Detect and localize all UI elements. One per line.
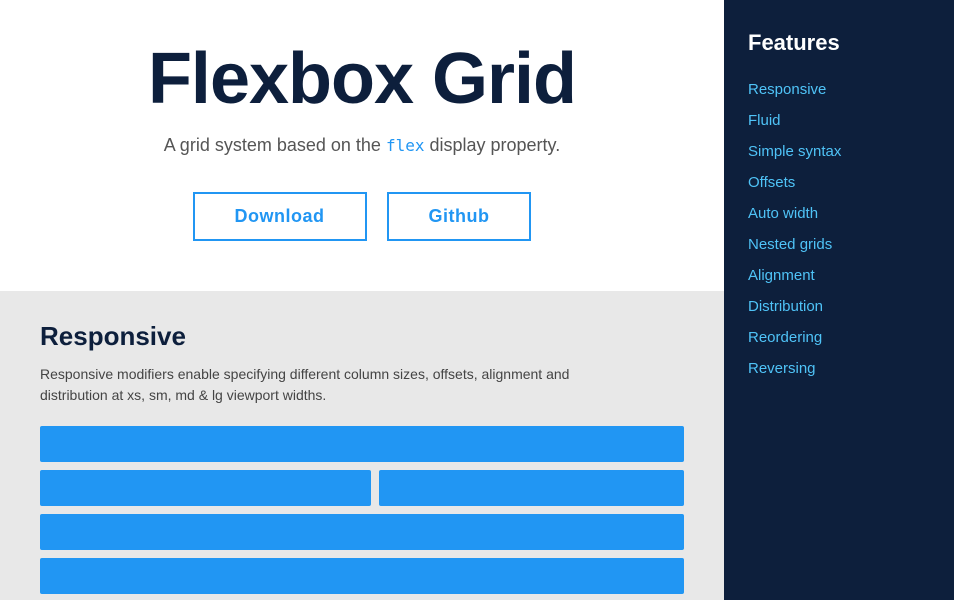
- sidebar-nav-item[interactable]: Responsive: [748, 76, 930, 103]
- hero-section: Flexbox Grid A grid system based on the …: [0, 0, 724, 291]
- subtitle-code: flex: [386, 136, 425, 155]
- grid-row: [40, 470, 684, 506]
- demo-heading: Responsive: [40, 321, 684, 352]
- sidebar-nav-item[interactable]: Reordering: [748, 324, 930, 351]
- main-content: Flexbox Grid A grid system based on the …: [0, 0, 724, 600]
- sidebar-nav-item[interactable]: Auto width: [748, 200, 930, 227]
- hero-subtitle: A grid system based on the flex display …: [164, 135, 560, 156]
- sidebar-nav-item[interactable]: Alignment: [748, 262, 930, 289]
- grid-row: [40, 426, 684, 462]
- subtitle-before: A grid system based on the: [164, 135, 386, 155]
- grid-row: [40, 558, 684, 594]
- page-title: Flexbox Grid: [148, 40, 576, 119]
- grid-demo: [40, 426, 684, 600]
- sidebar-nav: Responsive Fluid Simple syntax Offsets Auto …: [748, 76, 930, 382]
- sidebar-nav-item[interactable]: Reversing: [748, 355, 930, 382]
- subtitle-after: display property.: [424, 135, 560, 155]
- sidebar-nav-item[interactable]: Simple syntax: [748, 138, 930, 165]
- hero-buttons: Download Github: [193, 192, 532, 241]
- grid-bar: [40, 470, 371, 506]
- download-button[interactable]: Download: [193, 192, 367, 241]
- sidebar-nav-item[interactable]: Offsets: [748, 169, 930, 196]
- grid-bar: [40, 426, 684, 462]
- sidebar-nav-item[interactable]: Fluid: [748, 107, 930, 134]
- sidebar: Features Responsive Fluid Simple syntax Off…: [724, 0, 954, 600]
- grid-bar: [379, 470, 684, 506]
- demo-description: Responsive modifiers enable specifying d…: [40, 364, 580, 406]
- sidebar-title: Features: [748, 30, 930, 56]
- grid-row: [40, 514, 684, 550]
- sidebar-nav-item[interactable]: Distribution: [748, 293, 930, 320]
- sidebar-nav-item[interactable]: Nested grids: [748, 231, 930, 258]
- demo-section: Responsive Responsive modifiers enable s…: [0, 291, 724, 600]
- grid-bar: [40, 514, 684, 550]
- grid-bar: [40, 558, 684, 594]
- github-button[interactable]: Github: [387, 192, 532, 241]
